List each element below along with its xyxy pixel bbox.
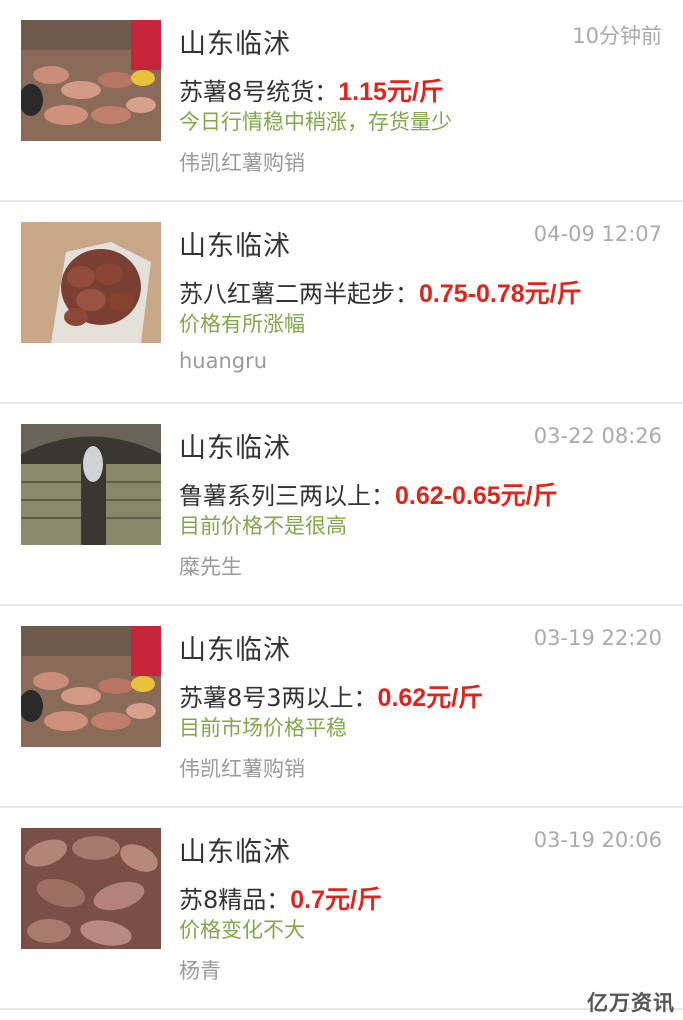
listing-product: 苏薯8号3两以上：: [179, 684, 378, 712]
listing-title: 苏薯8号统货：1.15元/斤: [179, 72, 444, 108]
listing-note: 目前价格不是很高: [179, 514, 347, 538]
listing-note: 今日行情稳中稍涨，存货量少: [179, 110, 452, 134]
listing-time: 10分钟前: [572, 24, 662, 48]
listing-price: 0.62元/斤: [377, 684, 484, 712]
listing-title: 苏八红薯二两半起步：0.75-0.78元/斤: [179, 274, 582, 310]
listing-time: 03-19 20:06: [533, 828, 662, 852]
listing-price: 0.7元/斤: [290, 886, 382, 914]
listing-item[interactable]: 山东临沭 03-22 08:26 鲁薯系列三两以上：0.62-0.65元/斤 目…: [0, 404, 683, 606]
listing-region: 山东临沭: [179, 433, 291, 464]
listing-seller: 伟凯红薯购销: [179, 151, 305, 175]
listing-seller: 伟凯红薯购销: [179, 757, 305, 781]
sweet-potato-pile-photo[interactable]: [21, 20, 161, 141]
listing-item[interactable]: 山东临沭 03-19 22:20 苏薯8号3两以上：0.62元/斤 目前市场价格…: [0, 606, 683, 808]
listing-price: 0.75-0.78元/斤: [419, 280, 582, 308]
listing-seller: huangru: [179, 349, 268, 373]
listing-title: 苏薯8号3两以上：0.62元/斤: [179, 678, 483, 714]
listing-time: 04-09 12:07: [533, 222, 662, 246]
listing-time: 03-19 22:20: [533, 626, 662, 650]
listing-title: 鲁薯系列三两以上：0.62-0.65元/斤: [179, 476, 558, 512]
watermark: 亿万资讯: [587, 991, 675, 1015]
listing-price: 0.62-0.65元/斤: [395, 482, 558, 510]
storage-cellar-photo[interactable]: [21, 424, 161, 545]
listing-note: 价格有所涨幅: [179, 312, 305, 336]
listing-time: 03-22 08:26: [533, 424, 662, 448]
listing-item[interactable]: 山东临沭 04-09 12:07 苏八红薯二两半起步：0.75-0.78元/斤 …: [0, 202, 683, 404]
listing-product: 苏八红薯二两半起步：: [179, 280, 419, 308]
listing-region: 山东临沭: [179, 837, 291, 868]
listing-item[interactable]: 山东临沭 10分钟前 苏薯8号统货：1.15元/斤 今日行情稳中稍涨，存货量少 …: [0, 0, 683, 202]
listing-seller: 糜先生: [179, 555, 242, 579]
listing-region: 山东临沭: [179, 635, 291, 666]
listing-note: 价格变化不大: [179, 918, 305, 942]
listing-region: 山东临沭: [179, 29, 291, 60]
sweet-potato-sack-photo[interactable]: [21, 222, 161, 343]
listing-title: 苏8精品：0.7元/斤: [179, 880, 382, 916]
listing-item[interactable]: 山东临沭 03-19 20:06 苏8精品：0.7元/斤 价格变化不大 杨青: [0, 808, 683, 1010]
sweet-potato-pile-photo[interactable]: [21, 626, 161, 747]
listing-product: 苏8精品：: [179, 886, 291, 914]
listing-price: 1.15元/斤: [338, 78, 444, 106]
listing-product: 苏薯8号统货：: [179, 78, 339, 106]
listing-region: 山东临沭: [179, 231, 291, 262]
listing-list: 山东临沭 10分钟前 苏薯8号统货：1.15元/斤 今日行情稳中稍涨，存货量少 …: [0, 0, 683, 1010]
listing-note: 目前市场价格平稳: [179, 716, 347, 740]
sweet-potato-closeup-photo[interactable]: [21, 828, 161, 949]
listing-product: 鲁薯系列三两以上：: [179, 482, 395, 510]
listing-seller: 杨青: [179, 959, 221, 983]
